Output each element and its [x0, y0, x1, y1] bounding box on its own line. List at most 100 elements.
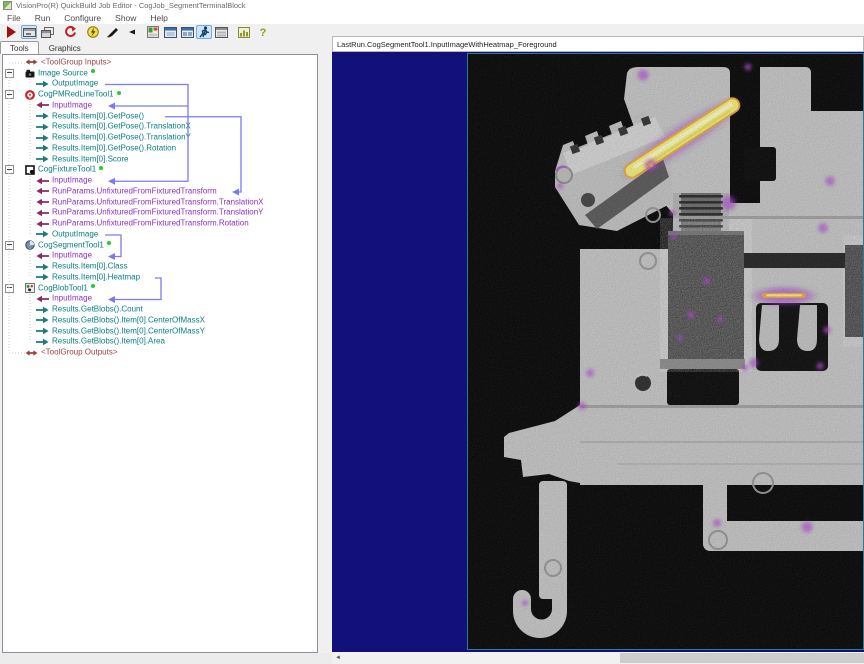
tree-node-label: Results.GetBlobs().Count: [52, 305, 143, 314]
scrollbar-thumb[interactable]: [620, 653, 864, 663]
tool-status-dot: [91, 69, 95, 73]
brush-icon[interactable]: [104, 25, 120, 39]
tree-node-results-item-0-class[interactable]: Results.Item[0].Class: [3, 261, 317, 272]
tree-node-results-getblobs-item-0-area[interactable]: Results.GetBlobs().Item[0].Area: [3, 337, 317, 348]
menu-item-help[interactable]: Help: [143, 13, 174, 23]
image-viewer-canvas: [332, 52, 864, 652]
tree-node-label: RunParams.UnfixturedFromFixturedTransfor…: [52, 197, 263, 206]
expander-icon[interactable]: [5, 165, 14, 174]
output-terminal-arrow-icon: [36, 338, 49, 346]
tree-node-toolgroup-outputs[interactable]: <ToolGroup Outputs>: [3, 347, 317, 358]
running-man-icon[interactable]: [196, 25, 212, 39]
tree-node-toolgroup-inputs[interactable]: <ToolGroup Inputs>: [3, 57, 317, 68]
tree-node-cogfixturetool1[interactable]: CogFixtureTool1: [3, 165, 317, 176]
menu-item-run[interactable]: Run: [28, 13, 58, 23]
toolgroup-arrow-icon: [25, 349, 38, 357]
job-window-icon[interactable]: [162, 25, 178, 39]
tree-node-results-item-0-getpose-rotation[interactable]: Results.Item[0].GetPose().Rotation: [3, 143, 317, 154]
fixture-icon: [25, 165, 35, 175]
window-title: VisionPro(R) QuickBuild Job Editor - Cog…: [16, 1, 246, 10]
camera-icon: [25, 69, 35, 78]
run-job-icon[interactable]: [3, 25, 19, 39]
tree-node-cogpmredlinetool1[interactable]: CogPMRedLineTool1: [3, 89, 317, 100]
tree-node-label: RunParams.UnfixturedFromFixturedTransfor…: [52, 208, 263, 217]
tool-palette-icon[interactable]: [145, 25, 161, 39]
tree-node-results-item-0-getpose-translationy[interactable]: Results.Item[0].GetPose().TranslationY: [3, 132, 317, 143]
output-terminal-arrow-icon: [36, 273, 49, 281]
trigger-spark-icon[interactable]: [85, 25, 101, 39]
tab-row: Tools Graphics: [0, 40, 330, 54]
tree-node-cogsegmenttool1[interactable]: CogSegmentTool1: [3, 240, 317, 251]
output-terminal-arrow-icon: [36, 263, 49, 271]
tree-node-label: CogPMRedLineTool1: [38, 90, 114, 99]
tree-node-label: Results.Item[0].GetPose().TranslationY: [52, 133, 191, 142]
pmalign-icon: [25, 90, 35, 100]
expander-icon[interactable]: [5, 69, 14, 78]
tree-node-outputimage[interactable]: OutputImage: [3, 79, 317, 90]
input-terminal-arrow-icon: [36, 101, 49, 109]
menu-bar: FileRunConfigureShowHelp: [0, 11, 864, 25]
tree-node-label: CogSegmentTool1: [38, 240, 104, 249]
tree-node-label: Results.Item[0].Heatmap: [52, 272, 140, 281]
tree-node-runparams-unfixturedfromfixturedtransform-rotation[interactable]: RunParams.UnfixturedFromFixturedTransfor…: [3, 218, 317, 229]
tree-node-label: Results.GetBlobs().Item[0].CenterOfMassY: [52, 326, 205, 335]
tree-node-label: <ToolGroup Outputs>: [41, 348, 118, 357]
tree-node-inputimage[interactable]: InputImage: [3, 251, 317, 262]
viewer-header-text: LastRun.CogSegmentTool1.InputImageWithHe…: [333, 40, 557, 49]
output-terminal-arrow-icon: [36, 230, 49, 238]
tree-node-runparams-unfixturedfromfixturedtransform-translationx[interactable]: RunParams.UnfixturedFromFixturedTransfor…: [3, 197, 317, 208]
tree-node-cogblobtool1[interactable]: CogBlobTool1: [3, 283, 317, 294]
tree-node-results-getblobs-item-0-centerofmassx[interactable]: Results.GetBlobs().Item[0].CenterOfMassX: [3, 315, 317, 326]
menu-item-show[interactable]: Show: [108, 13, 143, 23]
tree-node-results-getblobs-count[interactable]: Results.GetBlobs().Count: [3, 304, 317, 315]
toolgroup-arrow-icon: [25, 58, 38, 66]
output-terminal-arrow-icon: [36, 155, 49, 163]
tree-node-results-item-0-heatmap[interactable]: Results.Item[0].Heatmap: [3, 272, 317, 283]
input-terminal-arrow-icon: [36, 252, 49, 260]
tree-node-results-getblobs-item-0-centerofmassy[interactable]: Results.GetBlobs().Item[0].CenterOfMassY: [3, 326, 317, 337]
reset-icon[interactable]: [62, 25, 78, 39]
expander-icon[interactable]: [5, 241, 14, 250]
tool-status-dot: [117, 91, 121, 95]
tree-node-inputimage[interactable]: InputImage: [3, 175, 317, 186]
image-window-icon[interactable]: [213, 25, 229, 39]
profile-chart-icon[interactable]: [236, 25, 252, 39]
menu-item-file[interactable]: File: [0, 13, 28, 23]
tree-node-inputimage[interactable]: InputImage: [3, 294, 317, 305]
small-arrow-icon[interactable]: [123, 25, 139, 39]
tree-node-results-item-0-score[interactable]: Results.Item[0].Score: [3, 154, 317, 165]
tree-node-runparams-unfixturedfromfixturedtransform-translationy[interactable]: RunParams.UnfixturedFromFixturedTransfor…: [3, 208, 317, 219]
posted-items-window-icon[interactable]: [179, 25, 195, 39]
expander-icon[interactable]: [5, 90, 14, 99]
scroll-left-arrow[interactable]: ◄: [332, 652, 344, 664]
horizontal-scrollbar[interactable]: ◄: [332, 652, 864, 664]
output-terminal-arrow-icon: [36, 327, 49, 335]
help-icon[interactable]: ?: [255, 25, 271, 39]
run-all-windows-icon[interactable]: [39, 25, 55, 39]
tree-node-results-item-0-getpose-translationx[interactable]: Results.Item[0].GetPose().TranslationX: [3, 122, 317, 133]
tab-graphics[interactable]: Graphics: [39, 41, 91, 54]
tree-node-runparams-unfixturedfromfixturedtransform[interactable]: RunParams.UnfixturedFromFixturedTransfor…: [3, 186, 317, 197]
output-terminal-arrow-icon: [36, 134, 49, 142]
viewer-header: LastRun.CogSegmentTool1.InputImageWithHe…: [332, 36, 864, 52]
tree-node-label: OutputImage: [52, 229, 98, 238]
tab-tools[interactable]: Tools: [0, 41, 39, 54]
tree-node-outputimage[interactable]: OutputImage: [3, 229, 317, 240]
run-window-icon[interactable]: [21, 25, 37, 39]
tree-node-inputimage[interactable]: InputImage: [3, 100, 317, 111]
blob-icon: [25, 283, 35, 293]
output-terminal-arrow-icon: [36, 306, 49, 314]
output-terminal-arrow-icon: [36, 80, 49, 88]
input-terminal-arrow-icon: [36, 177, 49, 185]
tree-node-label: <ToolGroup Inputs>: [41, 57, 111, 66]
tree-node-label: CogFixtureTool1: [38, 165, 96, 174]
inspection-image: [467, 53, 864, 650]
expander-icon[interactable]: [5, 284, 14, 293]
input-terminal-arrow-icon: [36, 198, 49, 206]
tree-node-label: Results.Item[0].GetPose().Rotation: [52, 143, 176, 152]
output-terminal-arrow-icon: [36, 123, 49, 131]
tree-node-image-source[interactable]: Image Source: [3, 68, 317, 79]
menu-item-configure[interactable]: Configure: [57, 13, 108, 23]
output-terminal-arrow-icon: [36, 144, 49, 152]
tree-node-results-item-0-getpose[interactable]: Results.Item[0].GetPose(): [3, 111, 317, 122]
